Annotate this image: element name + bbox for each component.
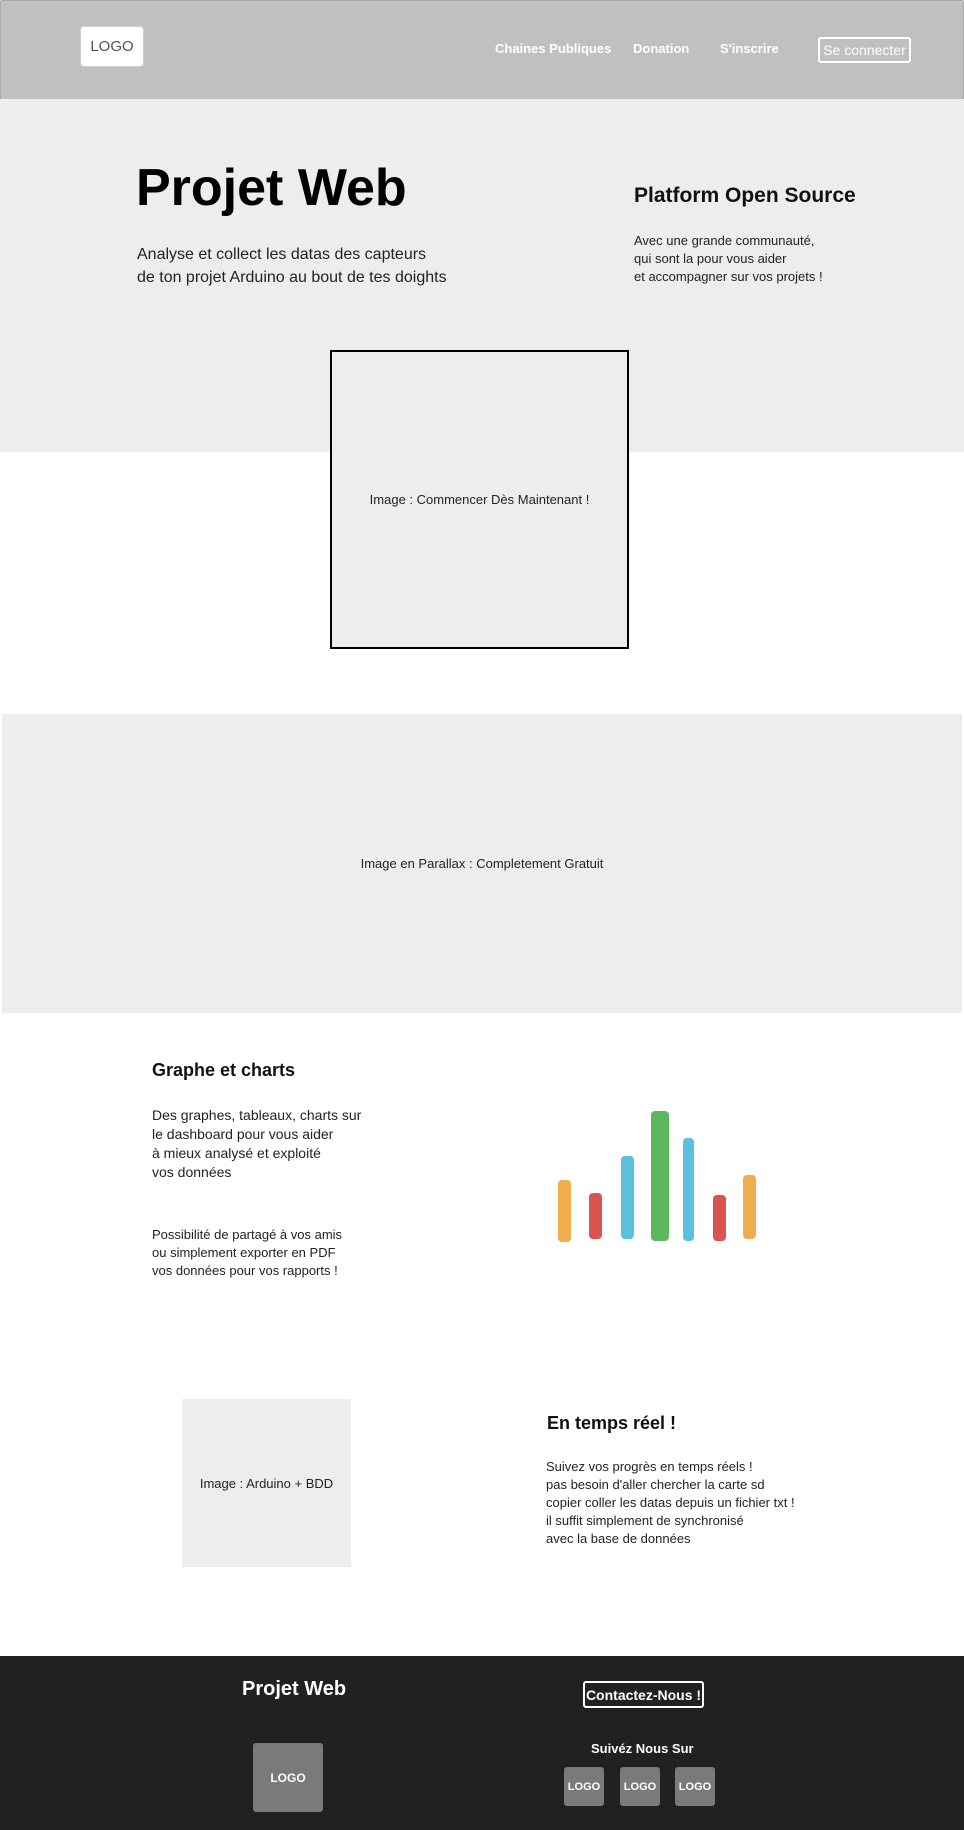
login-button[interactable]: Se connecter [818,37,911,63]
footer-title: Projet Web [242,1678,347,1700]
footer-logo: LOGO [253,1743,323,1812]
realtime-text: Suivez vos progrès en temps réels ! pas … [546,1459,795,1546]
social-logo-3[interactable]: LOGO [675,1767,715,1806]
illustration-bar-1 [558,1180,571,1242]
nav-sinscrire[interactable]: S'inscrire [720,41,779,56]
illustration-bar-4 [651,1111,669,1241]
hero-subtitle: Analyse et collect les datas des capteur… [137,246,447,286]
parallax-image: Image en Parallax : Completement Gratuit [2,714,962,1013]
bar-chart-illustration [540,1100,780,1250]
follow-us-label: Suivéz Nous Sur [591,1741,694,1756]
illustration-bar-7 [743,1175,756,1239]
arduino-bdd-image: Image : Arduino + BDD [182,1399,351,1567]
realtime-title: En temps réel ! [547,1413,677,1433]
charts-title: Graphe et charts [152,1060,296,1080]
footer [0,1656,964,1830]
start-now-image[interactable]: Image : Commencer Dès Maintenant ! [330,350,629,649]
illustration-bar-2 [589,1193,602,1239]
illustration-bar-5 [683,1138,694,1241]
charts-text-1: Des graphes, tableaux, charts sur le das… [152,1107,362,1180]
open-source-title: Platform Open Source [634,184,856,207]
contact-button[interactable]: Contactez-Nous ! [583,1681,704,1708]
hero-title: Projet Web [136,159,407,217]
social-logo-2[interactable]: LOGO [620,1767,660,1806]
illustration-bar-3 [621,1156,634,1239]
open-source-text: Avec une grande communauté, qui sont la … [634,233,823,284]
charts-text-2: Possibilité de partagé à vos amis ou sim… [152,1227,343,1278]
illustration-bar-6 [713,1195,726,1241]
nav-chaines-publiques[interactable]: Chaines Publiques [495,41,611,56]
nav-donation[interactable]: Donation [633,41,689,56]
header-logo[interactable]: LOGO [80,26,144,67]
social-logo-1[interactable]: LOGO [564,1767,604,1806]
